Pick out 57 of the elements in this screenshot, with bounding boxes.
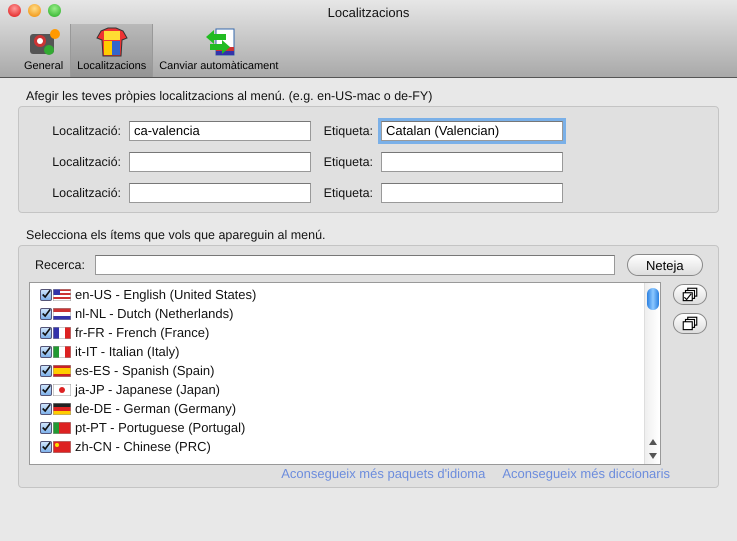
scroll-thumb[interactable] — [646, 288, 658, 310]
deselect-all-button[interactable] — [673, 313, 707, 334]
section-heading: Afegir les teves pròpies localitzacions al menú. (e.g. en-US-mac o de-FY) — [25, 88, 434, 105]
toolbar-tab[interactable]: Canviar automàticament — [153, 24, 286, 77]
flag-icon — [53, 288, 71, 300]
scroll-up-icon[interactable] — [648, 438, 656, 446]
locale-item[interactable]: es-ES - Spanish (Spain) — [75, 363, 214, 378]
close-button[interactable] — [8, 4, 21, 17]
checkbox[interactable] — [40, 440, 52, 452]
checkbox[interactable] — [40, 364, 52, 376]
checkbox[interactable] — [40, 384, 52, 396]
field-label: Recerca: — [34, 258, 85, 272]
flag-icon — [53, 346, 71, 358]
checkbox[interactable] — [40, 422, 52, 434]
checkbox[interactable] — [40, 346, 52, 358]
tag-field[interactable] — [381, 182, 563, 202]
window-title: Localitzacions — [328, 4, 410, 20]
section-heading: Selecciona els ítems que vols que apareguin al menú. — [25, 227, 326, 244]
select-all-button[interactable] — [673, 284, 707, 305]
field-label: Etiqueta: — [322, 154, 373, 168]
checkbox[interactable] — [40, 308, 52, 320]
stacked-pages-icon — [681, 316, 699, 332]
locale-item[interactable]: fr-FR - French (France) — [75, 325, 210, 340]
locale-field[interactable] — [129, 182, 311, 202]
locale-item[interactable]: nl-NL - Dutch (Netherlands) — [75, 306, 234, 321]
field-label: Localització: — [51, 186, 121, 200]
locale-item[interactable]: it-IT - Italian (Italy) — [75, 344, 180, 359]
checkbox[interactable] — [40, 402, 52, 414]
shirt-icon — [94, 27, 129, 57]
flag-icon — [53, 440, 71, 452]
flag-icon — [53, 384, 71, 396]
toolbar-tab[interactable]: General — [18, 24, 70, 77]
field-label: Etiqueta: — [322, 186, 373, 200]
locale-item[interactable]: ja-JP - Japanese (Japan) — [75, 382, 220, 397]
scroll-down-icon[interactable] — [648, 452, 656, 460]
checked-pages-icon — [681, 286, 699, 302]
toolbar-tab[interactable]: Localitzacions — [70, 24, 154, 77]
clear-button[interactable]: Neteja — [627, 254, 703, 276]
flag-icon — [53, 422, 71, 434]
checkbox[interactable] — [40, 326, 52, 338]
locale-item[interactable]: en-US - English (United States) — [75, 287, 256, 302]
locale-item[interactable]: zh-CN - Chinese (PRC) — [75, 439, 211, 454]
locale-item[interactable]: de-DE - German (Germany) — [75, 401, 236, 416]
field-label: Etiqueta: — [322, 124, 373, 138]
search-field[interactable] — [95, 255, 615, 275]
locale-field[interactable] — [129, 152, 311, 172]
locale-item[interactable]: pt-PT - Portuguese (Portugal) — [75, 420, 246, 435]
flag-icon — [53, 364, 71, 376]
flag-icon — [53, 402, 71, 414]
locale-field[interactable]: ca-valencia — [129, 120, 311, 140]
flag-icon — [53, 326, 71, 338]
scrollbar[interactable] — [644, 283, 660, 464]
field-label: Localització: — [51, 124, 121, 138]
flag-icon — [53, 308, 71, 320]
tag-field[interactable] — [381, 152, 563, 172]
checkbox[interactable] — [40, 288, 52, 300]
field-label: Localització: — [51, 154, 121, 168]
